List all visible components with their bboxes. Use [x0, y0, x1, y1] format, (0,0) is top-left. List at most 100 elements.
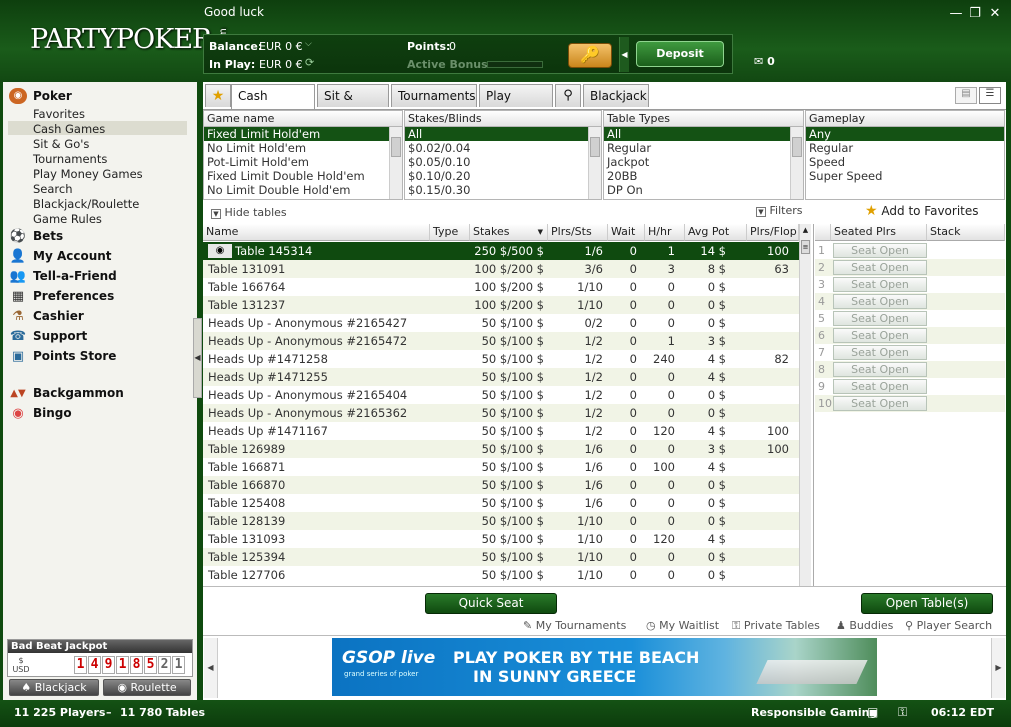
blackjack-button[interactable]: ♠ Blackjack — [9, 679, 99, 696]
col-players-flop[interactable]: Plrs/Flop — [747, 224, 799, 241]
col-wait[interactable]: Wait — [608, 224, 645, 241]
scrollbar[interactable] — [588, 127, 601, 199]
favorites-star-icon[interactable]: ★ — [205, 84, 231, 107]
table-list-scrollbar[interactable]: ▲ ≡ — [799, 224, 811, 586]
filter-option[interactable]: Pot-Limit Hold'em — [204, 155, 402, 169]
chevron-down-icon[interactable]: ⌵ — [305, 39, 312, 49]
filter-option[interactable]: Super Speed — [806, 169, 1004, 183]
filter-option[interactable]: All — [405, 127, 601, 141]
table-row[interactable]: Table 126989 50 $/100 $ 1/6 0 0 3 $ 100 — [203, 440, 799, 458]
responsible-gaming-link[interactable]: Responsible Gaming — [751, 706, 877, 719]
seat-open-button[interactable]: Seat Open — [833, 311, 927, 326]
sidebar-item-sit-and-gos[interactable]: Sit & Go's — [33, 137, 89, 151]
private-tables-link[interactable]: ⚿ Private Tables — [732, 619, 820, 633]
collapse-sidebar-handle[interactable]: ◀ — [193, 318, 202, 398]
filter-option[interactable]: Jackpot — [604, 155, 803, 169]
restore-icon[interactable]: ❐ — [967, 6, 983, 21]
filter-option[interactable]: $0.15/0.30 — [405, 183, 601, 197]
seat-open-button[interactable]: Seat Open — [833, 345, 927, 360]
filter-option[interactable]: No Limit Hold'em — [204, 141, 402, 155]
table-row[interactable]: ◉ Table 145314 250 $/500 $ 1/6 0 1 14 $ 100 — [203, 242, 799, 260]
sidebar-points-store[interactable]: Points Store — [33, 349, 116, 363]
key-icon[interactable]: 🔑 — [568, 43, 612, 68]
tab-play-money[interactable]: Play Money — [479, 84, 553, 125]
monitor-icon[interactable]: ▣ — [867, 705, 878, 719]
my-tournaments-link[interactable]: ✎ My Tournaments — [523, 619, 626, 632]
scroll-up-icon[interactable]: ▲ — [800, 224, 811, 236]
table-row[interactable]: Table 131093 50 $/100 $ 1/10 0 120 4 $ — [203, 530, 799, 548]
scrollbar[interactable] — [389, 127, 402, 199]
sidebar-item-game-rules[interactable]: Game Rules — [33, 212, 102, 226]
col-hands-per-hour[interactable]: H/hr — [645, 224, 685, 241]
add-to-favorites-button[interactable]: ★ Add to Favorites — [865, 203, 979, 219]
scroll-thumb[interactable]: ≡ — [801, 240, 810, 254]
table-row[interactable]: Heads Up #1471258 50 $/100 $ 1/2 0 240 4 $ 82 — [203, 350, 799, 368]
table-row[interactable]: Heads Up - Anonymous #2165427 50 $/100 $ 0… — [203, 314, 799, 332]
col-seated-players[interactable]: Seated Plrs — [831, 224, 927, 241]
table-row[interactable]: Table 128139 50 $/100 $ 1/10 0 0 0 $ — [203, 512, 799, 530]
sidebar-item-search[interactable]: Search — [33, 182, 73, 196]
filter-option[interactable]: No Limit Double Hold'em — [204, 183, 402, 197]
sidebar-backgammon[interactable]: Backgammon — [33, 386, 124, 400]
sidebar-support[interactable]: Support — [33, 329, 87, 343]
sidebar-tell-a-friend[interactable]: Tell-a-Friend — [33, 269, 117, 283]
table-row[interactable]: Heads Up - Anonymous #2165404 50 $/100 $ 1… — [203, 386, 799, 404]
table-row[interactable]: Table 125394 50 $/100 $ 1/10 0 0 0 $ — [203, 548, 799, 566]
player-search-link[interactable]: ⚲ Player Search — [905, 619, 992, 632]
open-tables-button[interactable]: Open Table(s) — [861, 593, 993, 614]
tab-blackjack[interactable]: Blackjack — [583, 84, 649, 107]
deposit-button[interactable]: Deposit — [636, 41, 724, 67]
seat-open-button[interactable]: Seat Open — [833, 277, 927, 292]
col-avg-pot[interactable]: Avg Pot — [685, 224, 747, 241]
promo-banner[interactable]: GSOP live grand series of poker PLAY POK… — [332, 638, 877, 696]
lock-icon[interactable]: ⚿ — [898, 705, 907, 720]
col-stakes[interactable]: Stakes ▼ — [470, 224, 548, 241]
sidebar-item-tournaments[interactable]: Tournaments — [33, 152, 107, 166]
filters-toggle[interactable]: ▼ Filters — [756, 204, 802, 217]
view-list-icon[interactable]: ☰ — [979, 87, 1001, 104]
table-row[interactable]: Table 166871 50 $/100 $ 1/6 0 100 4 $ — [203, 458, 799, 476]
quick-seat-button[interactable]: Quick Seat — [425, 593, 557, 614]
watch-eye-icon[interactable]: ◉ — [208, 244, 232, 258]
seat-open-button[interactable]: Seat Open — [833, 328, 927, 343]
sidebar-bingo[interactable]: Bingo — [33, 406, 72, 420]
mail-indicator[interactable]: ✉ 0 — [754, 55, 775, 68]
col-name[interactable]: Name — [203, 224, 430, 241]
table-row[interactable]: Table 166764 100 $/200 $ 1/10 0 0 0 $ — [203, 278, 799, 296]
table-row[interactable]: Table 166870 50 $/100 $ 1/6 0 0 0 $ — [203, 476, 799, 494]
sidebar-item-favorites[interactable]: Favorites — [33, 107, 85, 121]
filter-option[interactable]: $0.05/0.10 — [405, 155, 601, 169]
seat-open-button[interactable]: Seat Open — [833, 260, 927, 275]
seat-open-button[interactable]: Seat Open — [833, 379, 927, 394]
filter-option[interactable]: Fixed Limit Double Hold'em — [204, 169, 402, 183]
filter-option[interactable]: 20BB — [604, 169, 803, 183]
filter-option[interactable]: All — [604, 127, 803, 141]
hide-tables-toggle[interactable]: ▼ Hide tables — [211, 206, 287, 219]
refresh-icon[interactable]: ⟳ — [305, 56, 314, 69]
seat-open-button[interactable]: Seat Open — [833, 243, 927, 258]
minimize-icon[interactable]: — — [948, 6, 964, 21]
filter-option[interactable]: Regular — [604, 141, 803, 155]
sidebar-item-blackjack-roulette[interactable]: Blackjack/Roulette — [33, 197, 139, 211]
tab-sit-and-gos[interactable]: Sit & Go's — [317, 84, 389, 125]
table-row[interactable]: Table 127706 50 $/100 $ 1/10 0 0 0 $ — [203, 566, 799, 584]
filter-option[interactable]: DP On — [604, 183, 803, 197]
filter-option[interactable]: Any — [806, 127, 1004, 141]
tab-tournaments[interactable]: Tournaments — [391, 84, 477, 107]
seat-open-button[interactable]: Seat Open — [833, 362, 927, 377]
my-waitlist-link[interactable]: ◷ My Waitlist — [646, 619, 719, 632]
sidebar-item-cash-games[interactable]: Cash Games — [33, 122, 105, 136]
col-stack[interactable]: Stack — [927, 224, 1005, 241]
banner-prev-arrow-icon[interactable]: ◀ — [204, 638, 218, 698]
buddies-link[interactable]: ♟ Buddies — [836, 619, 893, 632]
expand-arrow-icon[interactable]: ◀ — [619, 37, 629, 72]
table-row[interactable]: Heads Up #1471167 50 $/100 $ 1/2 0 120 4 $ 100 — [203, 422, 799, 440]
filter-option[interactable]: Fixed Limit Hold'em — [204, 127, 402, 141]
sidebar-bets[interactable]: Bets — [33, 229, 63, 243]
table-row[interactable]: Table 131091 100 $/200 $ 3/6 0 3 8 $ 63 — [203, 260, 799, 278]
table-row[interactable]: Heads Up - Anonymous #2165362 50 $/100 $ 1… — [203, 404, 799, 422]
seat-open-button[interactable]: Seat Open — [833, 396, 927, 411]
filter-option[interactable]: $0.02/0.04 — [405, 141, 601, 155]
roulette-button[interactable]: ◉ Roulette — [103, 679, 191, 696]
close-icon[interactable]: ✕ — [987, 6, 1003, 21]
